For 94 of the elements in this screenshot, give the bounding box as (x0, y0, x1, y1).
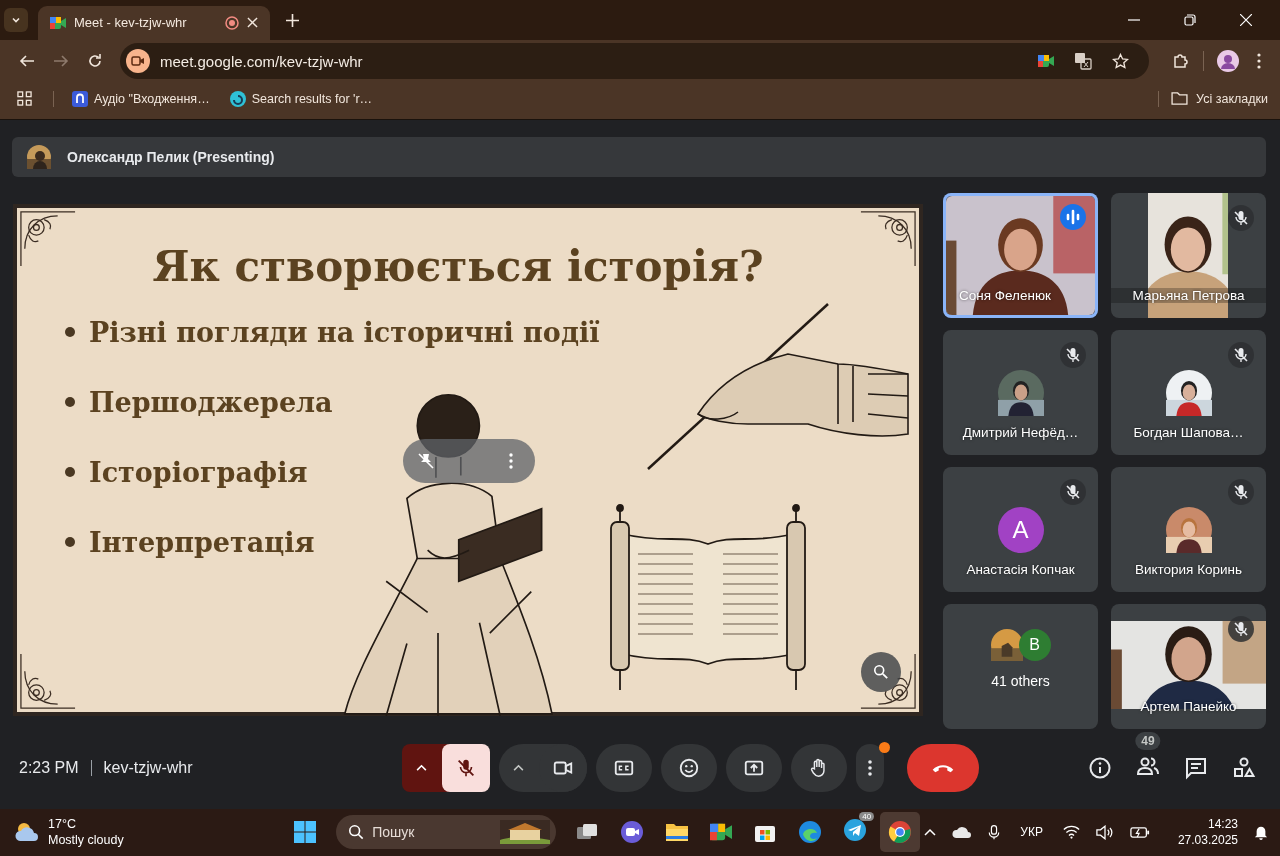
apps-grid-icon[interactable] (17, 91, 32, 107)
ornament-drawing (859, 651, 917, 710)
more-icon (867, 759, 872, 776)
present-button[interactable] (725, 743, 782, 792)
meeting-time: 2:23 PM (19, 758, 79, 777)
participant-name: Богдан Шапова… (1132, 424, 1245, 440)
reactions-button[interactable] (660, 743, 717, 792)
bookmark-link[interactable]: Аудіо "Входження… (94, 91, 210, 106)
search-icon (873, 663, 889, 680)
weather-text: Mostly cloudy (48, 832, 124, 849)
activities-icon[interactable] (1232, 755, 1256, 780)
browser-icon[interactable] (798, 820, 823, 845)
bullet-text: Першоджерела (89, 386, 333, 418)
video-camera-icon[interactable] (126, 49, 150, 74)
caret-up-icon (416, 764, 427, 772)
swirl-icon (229, 90, 246, 107)
bookmark-folder[interactable]: Усі закладки (1196, 91, 1268, 106)
language-indicator[interactable]: УКР (1020, 825, 1043, 840)
participant-tile[interactable]: A Анастасія Копчак (943, 466, 1098, 592)
start-icon[interactable] (293, 820, 318, 845)
unread-badge: 40 (859, 812, 875, 822)
others-count: 41 others (991, 673, 1050, 690)
bullet-icon (65, 327, 75, 338)
chevron-up-icon[interactable] (924, 828, 937, 837)
ornament-drawing (19, 651, 77, 710)
translate-icon[interactable] (1074, 52, 1092, 71)
participant-tile[interactable]: Артем Панейко (1111, 603, 1266, 729)
microphone-icon[interactable] (988, 823, 1001, 841)
bullet-text: Інтерпретація (89, 526, 315, 558)
wifi-icon[interactable] (1062, 825, 1080, 840)
bullet-icon (65, 397, 75, 408)
bullet-text: Різні погляди на історичні події (89, 316, 600, 348)
profile-avatar[interactable] (1217, 50, 1239, 73)
ornament-drawing (859, 209, 917, 268)
speaking-icon (1060, 203, 1086, 230)
reload-icon[interactable] (87, 53, 103, 70)
paper-plane-icon[interactable] (843, 818, 868, 843)
smiley-icon (677, 756, 700, 779)
meeting-code: kev-tzjw-whr (103, 758, 193, 777)
raise-hand-button[interactable] (790, 743, 847, 792)
zoom-button[interactable] (861, 651, 901, 692)
taskbar-app-button[interactable] (880, 812, 921, 853)
bell-icon[interactable] (1254, 824, 1268, 841)
leave-call-button[interactable] (906, 743, 979, 792)
menu-icon[interactable] (1257, 53, 1261, 70)
battery-icon[interactable] (1129, 825, 1150, 839)
bookmark-link[interactable]: Search results for 'r… (251, 91, 373, 106)
star-icon[interactable] (1112, 52, 1129, 70)
presenter-name: Олександр Пелик (Presenting) (67, 148, 275, 165)
microphone-button[interactable] (441, 743, 490, 792)
participant-name: Анастасія Копчак (965, 561, 1076, 577)
letter-avatar: A (997, 507, 1044, 554)
folder-icon (1171, 92, 1189, 106)
close-icon[interactable] (247, 17, 258, 28)
temperature: 17°C (48, 816, 77, 833)
bullet-icon (65, 467, 75, 478)
restore-icon[interactable] (1184, 13, 1196, 26)
unpin-icon[interactable] (417, 451, 435, 470)
video-camera-icon[interactable] (1038, 54, 1054, 69)
letter-tile-icon (72, 90, 88, 107)
participant-tile[interactable]: Богдан Шапова… (1111, 329, 1266, 455)
video-camera-icon (50, 15, 66, 30)
participant-name: Дмитрий Нефёд… (961, 424, 1080, 440)
clock-time: 14:23 (1207, 816, 1238, 833)
puzzle-icon[interactable] (1172, 52, 1190, 71)
more-icon[interactable] (509, 452, 513, 469)
caret-up-icon (513, 764, 524, 772)
cloud-icon[interactable] (952, 826, 973, 839)
clock-date: 27.03.2025 (1177, 832, 1238, 849)
new-tab-icon[interactable] (286, 13, 299, 27)
bullet-text: Історіографія (89, 456, 308, 488)
info-icon[interactable] (1088, 755, 1112, 780)
browser-tab[interactable]: Meet - kev-tzjw-whr (38, 5, 270, 40)
chat-icon[interactable] (1184, 755, 1208, 780)
address-bar[interactable]: meet.google.com/kev-tzjw-whr (120, 43, 1149, 80)
captions-button[interactable] (595, 743, 652, 792)
chat-bubble-icon[interactable] (620, 820, 645, 845)
tab-title: Meet - kev-tzjw-whr (74, 15, 188, 30)
recording-icon (225, 15, 239, 30)
ornament-drawing (19, 209, 77, 268)
participant-name: Артем Панейко (1139, 698, 1238, 714)
video-camera-icon[interactable] (710, 822, 733, 843)
letter-avatar: B (1018, 629, 1051, 662)
slide-title: Як створюється історія? (151, 241, 765, 291)
more-options-button[interactable] (855, 743, 884, 792)
volume-icon[interactable] (1095, 824, 1114, 840)
browser-icon (888, 820, 913, 845)
bullet-icon (65, 537, 75, 548)
participant-tile[interactable]: Дмитрий Нефёд… (943, 329, 1098, 455)
participant-tile[interactable]: B 41 others (943, 603, 1098, 729)
participant-tile[interactable]: Виктория Коринь (1111, 466, 1266, 592)
participant-name: Виктория Коринь (1133, 561, 1244, 577)
participant-count: 49 (1135, 731, 1161, 750)
tab-search-button[interactable] (4, 7, 28, 32)
